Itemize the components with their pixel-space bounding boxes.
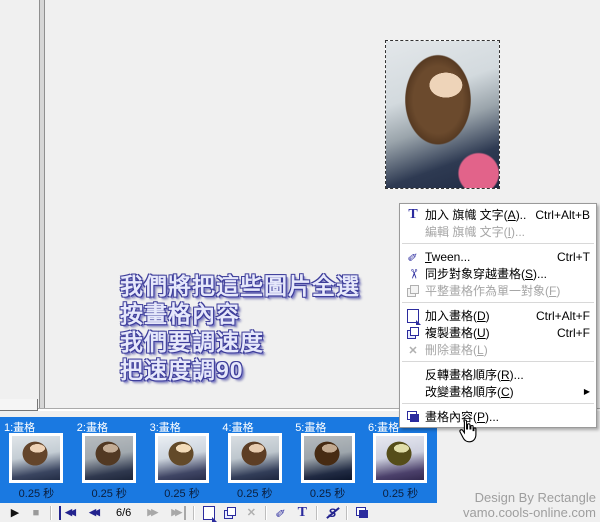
frame-position: 6/6 (116, 506, 132, 519)
frame-photo (157, 436, 206, 480)
panel-corner (0, 399, 38, 411)
gif-animator-workspace: 我們將把這些圖片全選 按畫格內容 我們要調速度 把速度調90 加入 旗幟 文字(… (0, 0, 600, 522)
menu-item-tween[interactable]: Tween... Ctrl+T (400, 248, 596, 265)
frame-photo (303, 436, 352, 480)
watermark: Design By Rectangle vamo.cools-online.co… (463, 490, 596, 520)
transport-bar: ◀◀ ◀◀ 6/6 ▶▶ ▶▶ S (0, 503, 448, 522)
frame-photo (376, 436, 425, 480)
frame-thumbnail-6[interactable]: 6:畫格 0.25 秒 (364, 417, 437, 503)
toolbar-separator (193, 505, 196, 520)
play-icon[interactable] (8, 506, 22, 520)
sync-objects-icon[interactable]: S (325, 506, 339, 520)
frame-thumbnail-3[interactable]: 3:畫格 0.25 秒 (146, 417, 219, 503)
menu-item-delete-frame: 刪除畫格(L) (400, 341, 596, 358)
first-frame-icon[interactable]: ◀◀ (59, 505, 79, 520)
next-frame-icon: ▶▶ (147, 507, 158, 517)
banner-text-icon[interactable] (295, 506, 309, 520)
frame-thumbnail-4[interactable]: 4:畫格 0.25 秒 (218, 417, 291, 503)
submenu-arrow-icon: ▶ (583, 387, 590, 396)
toolbar-separator (50, 505, 52, 520)
menu-item-reverse-frame-order[interactable]: 反轉畫格順序(R)... (400, 366, 596, 383)
sync-objects-icon (404, 267, 422, 281)
menu-separator (402, 302, 594, 304)
frame-thumbnail-5[interactable]: 5:畫格 0.25 秒 (291, 417, 364, 503)
previous-frame-icon[interactable]: ◀◀ (86, 506, 103, 520)
annotation-line: 把速度調90 (120, 357, 244, 383)
menu-item-add-frame[interactable]: 加入畫格(D) Ctrl+Alt+F (400, 307, 596, 325)
delete-frame-icon (244, 506, 258, 520)
banner-text-icon (404, 208, 422, 222)
delete-frame-icon (404, 343, 422, 357)
menu-separator (402, 243, 594, 245)
frame-strip: 1:畫格 0.25 秒 2:畫格 0.25 秒 3:畫格 0.25 秒 4:畫格… (0, 417, 437, 503)
panel-divider[interactable] (39, 0, 45, 409)
menu-separator (402, 361, 594, 363)
add-frame-icon[interactable] (202, 505, 218, 522)
flatten-frames-icon (404, 284, 422, 298)
annotation-line: 按畫格內容 (120, 301, 240, 327)
menu-item-flatten-frames: 平整畫格作為單一對象(F) (400, 282, 596, 299)
toolbar-separator (265, 505, 268, 520)
menu-separator (402, 403, 594, 405)
toolbar-separator (316, 505, 319, 520)
menu-item-duplicate-frame[interactable]: 複製畫格(U) Ctrl+F (400, 324, 596, 341)
menu-item-frame-properties[interactable]: 畫格內容(P)... (400, 408, 596, 425)
selected-image[interactable] (385, 40, 500, 189)
duplicate-frame-icon (404, 326, 422, 340)
add-frame-icon (404, 308, 422, 325)
menu-item-change-frame-order[interactable]: 改變畫格順序(C) ▶ (400, 383, 596, 400)
tween-icon (404, 250, 422, 264)
menu-item-sync-objects[interactable]: 同步對象穿越畫格(S)... (400, 265, 596, 282)
frame-photo (85, 436, 134, 480)
frame-thumbnail-1[interactable]: 1:畫格 0.25 秒 (0, 417, 73, 503)
annotation-line: 我們要調速度 (120, 329, 264, 355)
tween-icon[interactable] (274, 506, 288, 520)
frame-properties-icon (404, 410, 422, 424)
menu-item-add-banner-text[interactable]: 加入 旗幟 文字(A)... Ctrl+Alt+B (400, 206, 596, 223)
frame-properties-icon[interactable] (355, 506, 369, 520)
portrait-photo (386, 41, 499, 188)
duplicate-frame-icon[interactable] (223, 506, 237, 520)
annotation-line: 我們將把這些圖片全選 (120, 273, 360, 299)
stop-icon (29, 506, 43, 520)
menu-item-edit-banner-text: 編輯 旗幟 文字(I)... (425, 225, 526, 239)
frame-thumbnail-2[interactable]: 2:畫格 0.25 秒 (73, 417, 146, 503)
hand-cursor (457, 418, 477, 449)
frame-context-menu: 加入 旗幟 文字(A)... Ctrl+Alt+B 編輯 旗幟 文字(I)...… (399, 203, 597, 428)
last-frame-icon: ▶▶ (168, 505, 187, 520)
frame-photo (230, 436, 279, 480)
tutorial-annotation: 我們將把這些圖片全選 按畫格內容 我們要調速度 把速度調90 (120, 272, 360, 384)
toolbar-separator (346, 505, 349, 520)
frame-photo (12, 436, 61, 480)
